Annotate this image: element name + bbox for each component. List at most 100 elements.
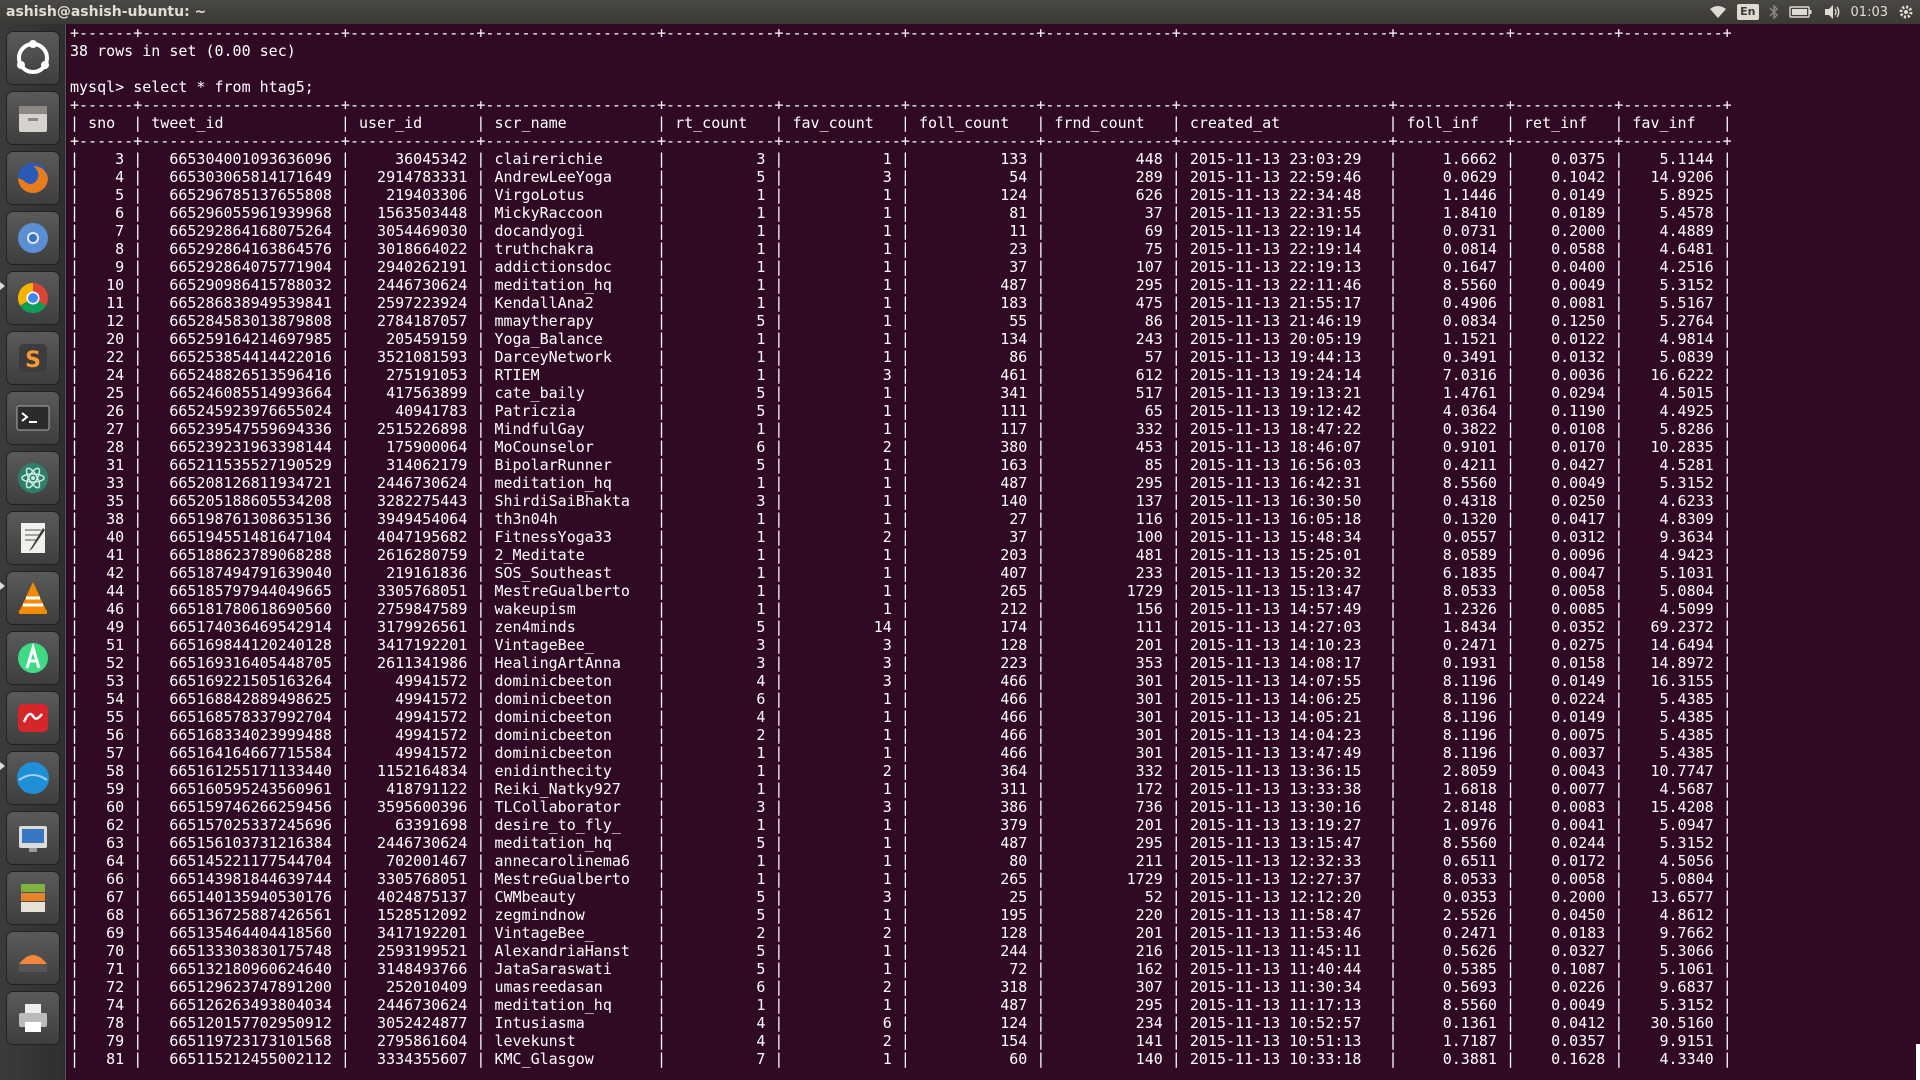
launcher-item-blue-app[interactable] xyxy=(7,752,59,804)
table-cell: 201 xyxy=(1054,636,1163,654)
column-header: ret_inf xyxy=(1524,114,1606,132)
table-cell: 42 xyxy=(88,564,125,582)
table-cell: 0.0149 xyxy=(1524,186,1606,204)
launcher-item-printer[interactable] xyxy=(7,992,59,1044)
launcher-item-files[interactable] xyxy=(7,92,59,144)
launcher-item-firefox[interactable] xyxy=(7,152,59,204)
table-cell: 2015-11-13 22:34:48 xyxy=(1189,186,1380,204)
table-cell: 481 xyxy=(1054,546,1163,564)
table-cell: 15.4208 xyxy=(1632,798,1714,816)
table-cell: 16.3155 xyxy=(1632,672,1714,690)
table-cell: 0.0083 xyxy=(1524,798,1606,816)
table-cell: enidinthecity xyxy=(494,762,648,780)
table-cell: 3054469030 xyxy=(359,222,468,240)
wifi-icon[interactable] xyxy=(1709,3,1727,21)
table-cell: 25 xyxy=(918,888,1028,906)
table-row: | 12 | 665284583013879808 | 2784187057 |… xyxy=(70,312,1732,330)
table-cell: 295 xyxy=(1054,834,1163,852)
clock[interactable]: 01:03 xyxy=(1851,5,1888,20)
launcher-item-terminal[interactable] xyxy=(7,392,59,444)
table-cell: 0.0224 xyxy=(1524,690,1606,708)
table-cell: dominicbeeton xyxy=(494,726,648,744)
table-cell: 12 xyxy=(88,312,125,330)
table-cell: 5 xyxy=(675,960,766,978)
table-row: | 8 | 665292864163864576 | 3018664022 | … xyxy=(70,240,1732,258)
table-cell: 220 xyxy=(1054,906,1163,924)
table-cell: 0.0189 xyxy=(1524,204,1606,222)
table-cell: JataSaraswati xyxy=(494,960,648,978)
table-cell: 466 xyxy=(918,690,1028,708)
table-cell: 2015-11-13 14:57:49 xyxy=(1189,600,1380,618)
table-cell: 8.1196 xyxy=(1406,708,1497,726)
table-cell: 1 xyxy=(792,546,892,564)
table-cell: 665129623747891200 xyxy=(151,978,332,996)
table-cell: 1 xyxy=(792,420,892,438)
table-cell: 301 xyxy=(1054,672,1163,690)
launcher-item-stacked[interactable] xyxy=(7,872,59,924)
launcher-item-screenshot[interactable] xyxy=(7,812,59,864)
launcher-item-atom[interactable] xyxy=(7,452,59,504)
table-cell: 0.0049 xyxy=(1524,276,1606,294)
launcher-item-sublime[interactable]: S xyxy=(7,332,59,384)
table-cell: 2015-11-13 14:05:21 xyxy=(1189,708,1380,726)
table-cell: 25 xyxy=(88,384,125,402)
table-cell: 5.2764 xyxy=(1632,312,1714,330)
table-cell: 4.4925 xyxy=(1632,402,1714,420)
table-cell: 64 xyxy=(88,852,125,870)
launcher-item-pdf-reader[interactable] xyxy=(7,692,59,744)
table-cell: 1 xyxy=(792,402,892,420)
table-cell: 5 xyxy=(675,942,766,960)
table-row: | 3 | 665304001093636096 | 36045342 | cl… xyxy=(70,150,1732,168)
launcher-item-chromium[interactable] xyxy=(7,212,59,264)
table-row: | 68 | 665136725887426561 | 1528512092 |… xyxy=(70,906,1732,924)
table-cell: 1 xyxy=(792,708,892,726)
table-cell: 4.8309 xyxy=(1632,510,1714,528)
table-row: | 74 | 665126263493804034 | 2446730624 |… xyxy=(70,996,1732,1014)
launcher-item-vlc[interactable] xyxy=(7,572,59,624)
table-cell: 665205188605534208 xyxy=(151,492,332,510)
table-cell: 612 xyxy=(1054,366,1163,384)
table-cell: 68 xyxy=(88,906,125,924)
table-cell: 5.0947 xyxy=(1632,816,1714,834)
battery-icon[interactable] xyxy=(1788,3,1813,21)
table-cell: 5.0804 xyxy=(1632,870,1714,888)
launcher-item-text-editor[interactable] xyxy=(7,512,59,564)
table-cell: addictionsdoc xyxy=(494,258,648,276)
table-cell: 6 xyxy=(88,204,125,222)
column-header: sno xyxy=(88,114,125,132)
table-cell: 8.5560 xyxy=(1406,474,1497,492)
table-cell: 140 xyxy=(1054,1050,1163,1068)
table-cell: 4.5281 xyxy=(1632,456,1714,474)
launcher-item-android-studio[interactable] xyxy=(7,632,59,684)
volume-icon[interactable] xyxy=(1823,3,1841,21)
table-cell: 1729 xyxy=(1054,870,1163,888)
table-cell: 5 xyxy=(675,888,766,906)
table-cell: 2015-11-13 13:36:15 xyxy=(1189,762,1380,780)
keyboard-layout-indicator[interactable]: En xyxy=(1737,4,1759,20)
column-header: frnd_count xyxy=(1054,114,1163,132)
terminal-window[interactable]: +------+----------------------+---------… xyxy=(66,24,1920,1080)
table-cell: 2015-11-13 19:44:13 xyxy=(1189,348,1380,366)
table-cell: 16.6222 xyxy=(1632,366,1714,384)
table-cell: 59 xyxy=(88,780,125,798)
table-cell: AlexandriaHanst xyxy=(494,942,648,960)
table-cell: 1 xyxy=(792,384,892,402)
table-cell: 55 xyxy=(88,708,125,726)
table-row: | 26 | 665245923976655024 | 40941783 | P… xyxy=(70,402,1732,420)
bluetooth-icon[interactable] xyxy=(1769,3,1779,21)
table-cell: 3 xyxy=(792,654,892,672)
table-cell: 2.8148 xyxy=(1406,798,1497,816)
table-cell: 0.4318 xyxy=(1406,492,1497,510)
table-cell: 0.3881 xyxy=(1406,1050,1497,1068)
table-cell: 163 xyxy=(918,456,1028,474)
table-cell: 63391698 xyxy=(359,816,468,834)
table-cell: 265 xyxy=(918,582,1028,600)
launcher-item-mixed[interactable] xyxy=(7,932,59,984)
table-cell: 201 xyxy=(1054,816,1163,834)
table-cell: 2015-11-13 12:32:33 xyxy=(1189,852,1380,870)
launcher-item-dash[interactable] xyxy=(7,32,59,84)
settings-gear-icon[interactable] xyxy=(1898,3,1914,21)
table-cell: CWMbeauty xyxy=(494,888,648,906)
table-cell: 1 xyxy=(675,546,766,564)
launcher-item-chrome[interactable] xyxy=(7,272,59,324)
